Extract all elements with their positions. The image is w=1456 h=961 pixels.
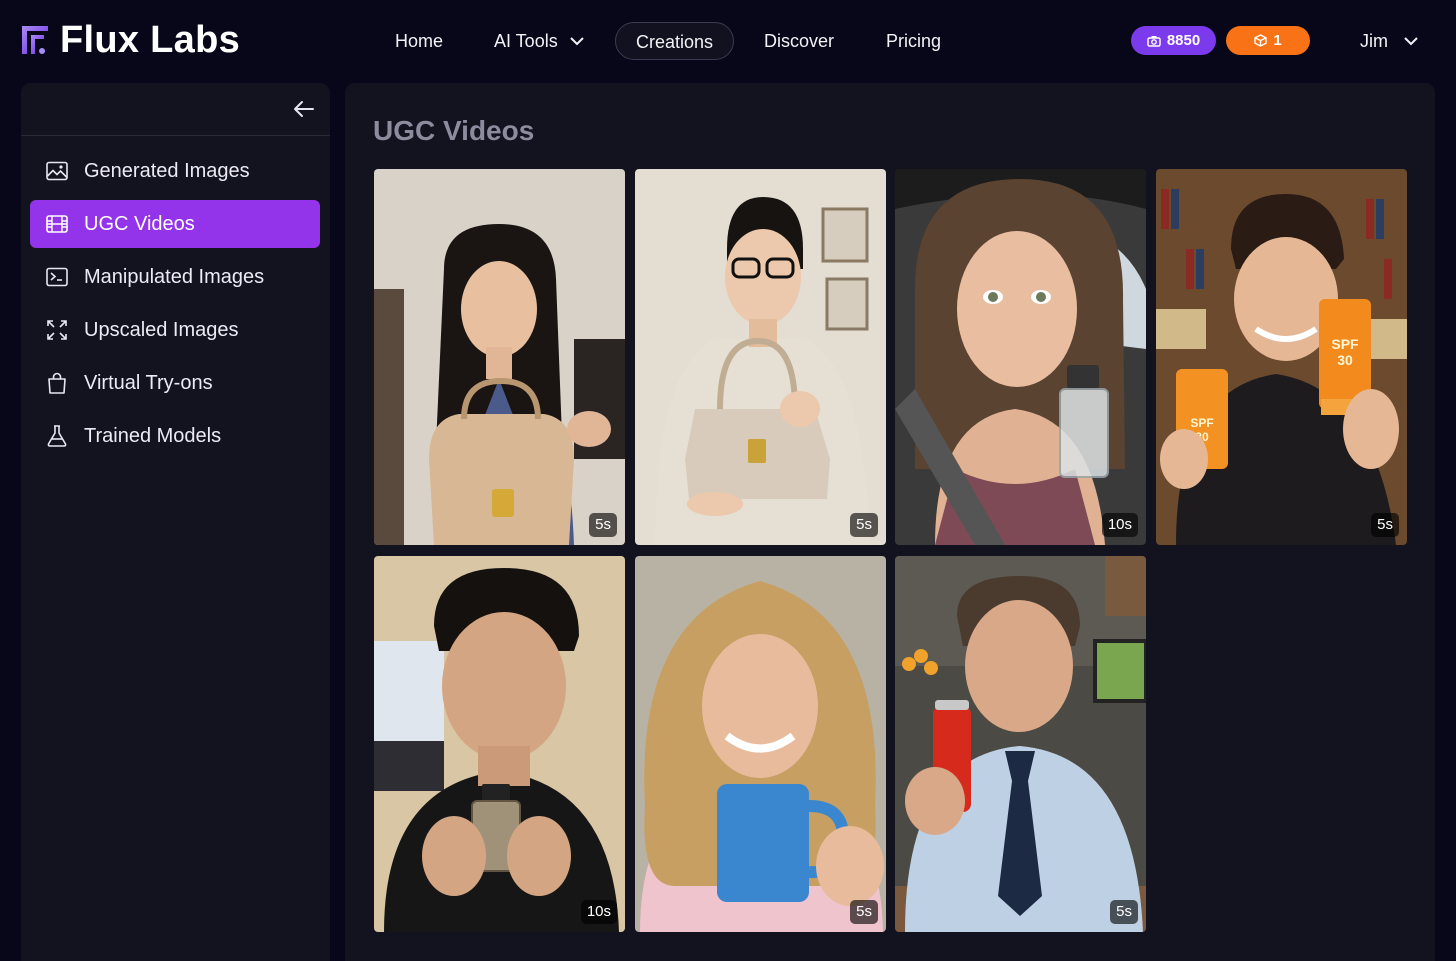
sidebar-item-generated-images[interactable]: Generated Images xyxy=(30,147,320,195)
video-card[interactable]: 5s xyxy=(895,556,1146,932)
flux-logo-icon xyxy=(22,26,48,54)
chevron-down-icon xyxy=(569,36,584,45)
video-card[interactable]: 10s xyxy=(374,556,625,932)
video-card[interactable]: 5s xyxy=(635,169,886,545)
video-thumbnail xyxy=(374,556,625,932)
terminal-icon xyxy=(46,266,68,288)
top-navigation-bar: Flux Labs Home AI Tools Creations Discov… xyxy=(0,0,1456,82)
sidebar: Generated Images UGC Videos Manipulated … xyxy=(21,83,330,961)
nav-pricing[interactable]: Pricing xyxy=(886,22,941,60)
svg-text:SPF: SPF xyxy=(1331,336,1359,352)
brand-logo[interactable]: Flux Labs xyxy=(20,18,241,61)
video-card[interactable]: 5s xyxy=(374,169,625,545)
nav-ai-tools[interactable]: AI Tools xyxy=(494,22,584,60)
svg-text:30: 30 xyxy=(1337,352,1353,368)
flask-icon xyxy=(46,425,68,447)
duration-badge: 5s xyxy=(1371,513,1399,537)
duration-badge: 5s xyxy=(850,513,878,537)
credits-count: 8850 xyxy=(1166,32,1201,49)
sidebar-item-virtual-try-ons[interactable]: Virtual Try-ons xyxy=(30,359,320,407)
gems-count: 1 xyxy=(1273,32,1282,49)
duration-badge: 5s xyxy=(1110,900,1138,924)
video-thumbnail: SPF 30 SPF 30 xyxy=(1156,169,1407,545)
video-card[interactable]: 5s xyxy=(635,556,886,932)
duration-badge: 5s xyxy=(850,900,878,924)
arrow-left-icon xyxy=(294,101,314,117)
nav-discover[interactable]: Discover xyxy=(764,22,834,60)
video-thumbnail xyxy=(374,169,625,545)
sidebar-item-label: Trained Models xyxy=(84,424,222,447)
sidebar-item-ugc-videos[interactable]: UGC Videos xyxy=(30,200,320,248)
duration-badge: 5s xyxy=(589,513,617,537)
duration-badge: 10s xyxy=(580,900,617,924)
sidebar-item-label: Upscaled Images xyxy=(84,318,239,341)
expand-icon xyxy=(46,319,68,341)
video-thumbnail xyxy=(895,169,1146,545)
gems-badge[interactable]: 1 xyxy=(1226,26,1310,55)
camera-icon xyxy=(1147,35,1161,47)
sidebar-item-manipulated-images[interactable]: Manipulated Images xyxy=(30,253,320,301)
sidebar-item-label: UGC Videos xyxy=(84,212,195,235)
shopping-bag-icon xyxy=(46,372,68,394)
collapse-sidebar-button[interactable] xyxy=(292,97,316,121)
chevron-down-icon xyxy=(1404,36,1418,45)
video-card[interactable]: SPF 30 SPF 30 5s xyxy=(1156,169,1407,545)
duration-badge: 10s xyxy=(1101,513,1138,537)
sidebar-divider xyxy=(21,135,330,136)
main-content: UGC Videos 5s 5s 10s SPF 30 SPF 30 5s 10… xyxy=(345,83,1435,961)
cube-icon xyxy=(1254,34,1268,47)
video-card[interactable]: 10s xyxy=(895,169,1146,545)
user-menu[interactable]: Jim xyxy=(1360,22,1418,60)
sidebar-item-upscaled-images[interactable]: Upscaled Images xyxy=(30,306,320,354)
credits-badge[interactable]: 8850 xyxy=(1131,26,1216,55)
sidebar-item-label: Virtual Try-ons xyxy=(84,371,213,394)
video-thumbnail xyxy=(635,556,886,932)
page-title: UGC Videos xyxy=(373,115,535,146)
brand-name: Flux Labs xyxy=(60,18,241,61)
nav-ai-tools-label: AI Tools xyxy=(494,31,558,51)
sidebar-item-label: Generated Images xyxy=(84,159,250,182)
user-name: Jim xyxy=(1360,30,1388,51)
svg-text:SPF: SPF xyxy=(1190,416,1213,430)
sidebar-item-label: Manipulated Images xyxy=(84,265,265,288)
sidebar-item-trained-models[interactable]: Trained Models xyxy=(30,412,320,460)
film-icon xyxy=(46,213,68,235)
video-thumbnail xyxy=(895,556,1146,932)
video-thumbnail xyxy=(635,169,886,545)
nav-home[interactable]: Home xyxy=(395,22,443,60)
nav-creations[interactable]: Creations xyxy=(615,22,734,60)
image-icon xyxy=(46,160,68,182)
